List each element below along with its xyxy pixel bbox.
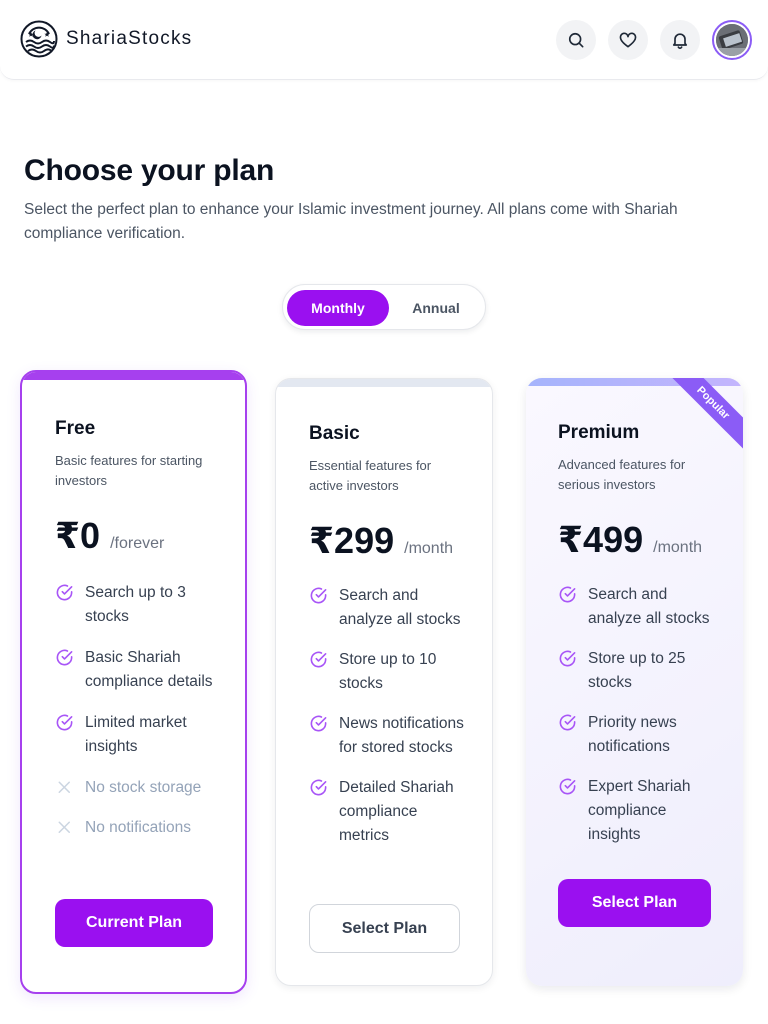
price-amount: ₹299	[309, 520, 395, 561]
feature-text: Store up to 10 stocks	[339, 651, 437, 692]
card-accent-bar	[22, 372, 245, 380]
feature-text: No notifications	[85, 819, 191, 836]
billing-toggle: Monthly Annual	[282, 284, 486, 330]
avatar-image	[716, 24, 748, 56]
feature-text: Basic Shariah compliance details	[85, 649, 213, 690]
select-plan-basic-button[interactable]: Select Plan	[309, 904, 460, 953]
plan-description: Essential features for active investors	[309, 458, 432, 493]
check-circle-icon	[56, 714, 73, 731]
check-circle-icon	[56, 649, 73, 666]
feature-text: Search and analyze all stocks	[339, 587, 461, 628]
price-amount: ₹0	[55, 515, 101, 556]
feature-item: Store up to 10 stocks	[309, 648, 469, 696]
x-icon	[58, 781, 71, 794]
plan-price: ₹299 /month	[309, 520, 453, 562]
heart-icon	[619, 32, 637, 48]
price-period: /forever	[110, 535, 165, 552]
plan-card-basic: Basic Essential features for active inve…	[275, 378, 493, 986]
price-period: /month	[404, 540, 454, 557]
check-circle-icon	[559, 650, 576, 667]
plan-name: Basic	[309, 423, 360, 444]
plan-name: Premium	[558, 422, 640, 443]
feature-text: Store up to 25 stocks	[588, 650, 686, 691]
plan-price: ₹0 /forever	[55, 515, 164, 557]
feature-list: Search and analyze all stocks Store up t…	[309, 584, 469, 848]
brand-name: ShariaStocks	[66, 28, 193, 49]
check-circle-icon	[56, 584, 73, 601]
search-button[interactable]	[556, 20, 596, 60]
feature-text: Search and analyze all stocks	[588, 586, 710, 627]
bell-icon	[672, 33, 688, 49]
logo-icon	[20, 20, 58, 58]
feature-item: Store up to 25 stocks	[558, 647, 718, 695]
feature-text: News notifications for stored stocks	[339, 715, 464, 756]
feature-list: Search up to 3 stocks Basic Shariah comp…	[55, 581, 225, 840]
feature-text: Priority news notifications	[588, 714, 677, 755]
feature-list: Search and analyze all stocks Store up t…	[558, 583, 718, 847]
current-plan-button[interactable]: Current Plan	[55, 899, 213, 947]
toggle-annual[interactable]: Annual	[387, 290, 485, 326]
feature-item: Search and analyze all stocks	[558, 583, 718, 631]
page-title: Choose your plan	[24, 154, 275, 187]
feature-text: Limited market insights	[85, 714, 187, 755]
toggle-monthly[interactable]: Monthly	[287, 290, 389, 326]
feature-item: Limited market insights	[55, 711, 225, 759]
popular-badge: Popular	[662, 378, 743, 454]
price-period: /month	[653, 539, 703, 556]
plan-price: ₹499 /month	[558, 519, 702, 561]
check-circle-icon	[310, 651, 327, 668]
plan-description: Advanced features for serious investors	[558, 457, 686, 492]
plan-description: Basic features for starting investors	[55, 453, 203, 488]
feature-item-excluded: No notifications	[55, 816, 225, 840]
notifications-button[interactable]	[660, 20, 700, 60]
feature-item: Search and analyze all stocks	[309, 584, 469, 632]
favorites-button[interactable]	[608, 20, 648, 60]
plan-name: Free	[55, 418, 96, 439]
plan-card-free: Free Basic features for starting investo…	[20, 370, 247, 994]
card-accent-bar	[276, 379, 492, 387]
search-icon	[568, 32, 584, 48]
feature-text: No stock storage	[85, 779, 202, 796]
check-circle-icon	[559, 778, 576, 795]
feature-item: Basic Shariah compliance details	[55, 646, 225, 694]
top-header: ShariaStocks	[0, 0, 768, 80]
check-circle-icon	[559, 714, 576, 731]
user-avatar[interactable]	[712, 20, 752, 60]
feature-item: Detailed Shariah compliance metrics	[309, 776, 469, 848]
feature-item: Search up to 3 stocks	[55, 581, 225, 629]
feature-item-excluded: No stock storage	[55, 776, 225, 800]
feature-item: Expert Shariah compliance insights	[558, 775, 718, 847]
check-circle-icon	[310, 587, 327, 604]
x-icon	[58, 821, 71, 834]
plan-card-premium: Popular Premium Advanced features for se…	[526, 378, 743, 986]
brand-logo[interactable]: ShariaStocks	[20, 20, 192, 58]
feature-text: Detailed Shariah compliance metrics	[339, 779, 454, 844]
select-plan-premium-button[interactable]: Select Plan	[558, 879, 711, 927]
check-circle-icon	[310, 715, 327, 732]
feature-text: Search up to 3 stocks	[85, 584, 186, 625]
price-amount: ₹499	[558, 519, 644, 560]
check-circle-icon	[310, 779, 327, 796]
check-circle-icon	[559, 586, 576, 603]
feature-text: Expert Shariah compliance insights	[588, 778, 691, 843]
feature-item: News notifications for stored stocks	[309, 712, 469, 760]
page-subtitle: Select the perfect plan to enhance your …	[24, 201, 678, 242]
feature-item: Priority news notifications	[558, 711, 718, 759]
